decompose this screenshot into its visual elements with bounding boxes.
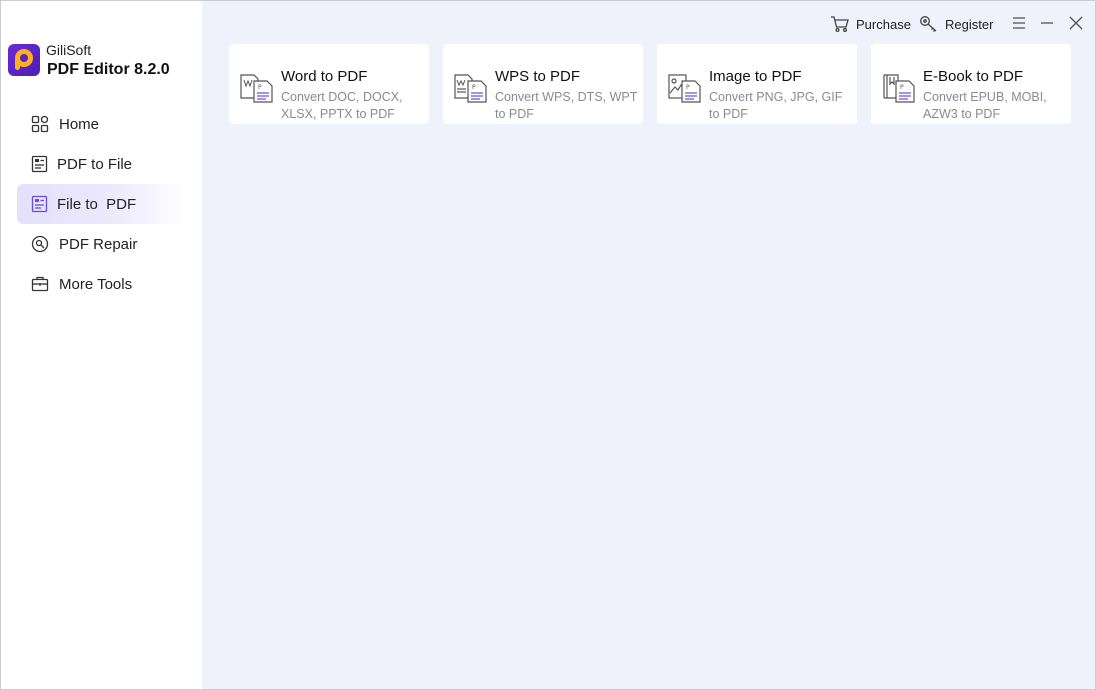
- card-ebook-to-pdf[interactable]: P E-Book to PDF Convert EPUB, MOBI, AZW3…: [871, 44, 1071, 124]
- image-doc-icon: P: [668, 72, 702, 104]
- card-description: Convert WPS, DTS, WPT to PDF: [495, 90, 638, 121]
- sidebar-item-more-tools[interactable]: More Tools: [17, 264, 187, 304]
- sidebar: GiliSoft PDF Editor 8.2.0 Home PDF to Fi…: [1, 1, 202, 689]
- app-window: GiliSoft PDF Editor 8.2.0 Home PDF to Fi…: [0, 0, 1096, 690]
- ebook-doc-icon: P: [882, 72, 916, 104]
- svg-text:P: P: [900, 84, 904, 91]
- sidebar-item-file-to-pdf[interactable]: File to PDF: [17, 184, 187, 224]
- close-icon: [1069, 16, 1083, 30]
- minimize-button[interactable]: [1037, 13, 1057, 33]
- key-icon: [919, 14, 939, 34]
- card-word-to-pdf[interactable]: P Word to PDF Convert DOC, DOCX, XLSX, P…: [229, 44, 429, 124]
- card-image-to-pdf[interactable]: P Image to PDF Convert PNG, JPG, GIF to …: [657, 44, 857, 124]
- repair-icon: [30, 234, 50, 254]
- purchase-button[interactable]: Purchase: [830, 13, 911, 35]
- svg-text:P: P: [472, 84, 476, 91]
- pdf-to-file-icon: [30, 154, 50, 174]
- sidebar-item-label: Home: [59, 115, 100, 133]
- card-title: WPS to PDF: [495, 68, 581, 85]
- sidebar-item-label: More Tools: [59, 275, 133, 293]
- word-doc-icon: P: [240, 72, 274, 104]
- card-description: Convert DOC, DOCX, XLSX, PPTX to PDF: [281, 90, 403, 121]
- card-title: Word to PDF: [281, 68, 368, 85]
- sidebar-item-pdf-to-file[interactable]: PDF to File: [17, 144, 187, 184]
- svg-text:P: P: [686, 84, 690, 91]
- sidebar-item-pdf-repair[interactable]: PDF Repair: [17, 224, 187, 264]
- wps-doc-icon: P: [454, 72, 488, 104]
- card-description: Convert EPUB, MOBI, AZW3 to PDF: [923, 90, 1047, 121]
- register-button[interactable]: Register: [919, 13, 993, 35]
- svg-text:P: P: [258, 84, 262, 91]
- card-title: E-Book to PDF: [923, 68, 1024, 85]
- hamburger-icon: [1013, 17, 1025, 29]
- card-title: Image to PDF: [709, 68, 802, 85]
- register-label: Register: [945, 16, 994, 32]
- purchase-label: Purchase: [856, 16, 911, 32]
- close-button[interactable]: [1066, 13, 1086, 33]
- cart-icon: [830, 14, 850, 34]
- app-logo: [8, 44, 40, 76]
- sidebar-item-label: File to PDF: [57, 195, 137, 213]
- sidebar-item-label: PDF Repair: [59, 235, 138, 253]
- card-wps-to-pdf[interactable]: P WPS to PDF Convert WPS, DTS, WPT to PD…: [443, 44, 643, 124]
- brand-company: GiliSoft: [46, 42, 92, 58]
- minimize-icon: [1041, 22, 1053, 24]
- card-description: Convert PNG, JPG, GIF to PDF: [709, 90, 843, 121]
- toolbox-icon: [30, 274, 50, 294]
- logo-p-icon: [15, 49, 33, 70]
- sidebar-item-label: PDF to File: [57, 155, 133, 173]
- brand-product: PDF Editor 8.2.0: [47, 61, 170, 78]
- sidebar-item-home[interactable]: Home: [17, 104, 187, 144]
- file-to-pdf-icon: [30, 194, 50, 214]
- home-grid-icon: [30, 114, 50, 134]
- menu-button[interactable]: [1009, 13, 1029, 33]
